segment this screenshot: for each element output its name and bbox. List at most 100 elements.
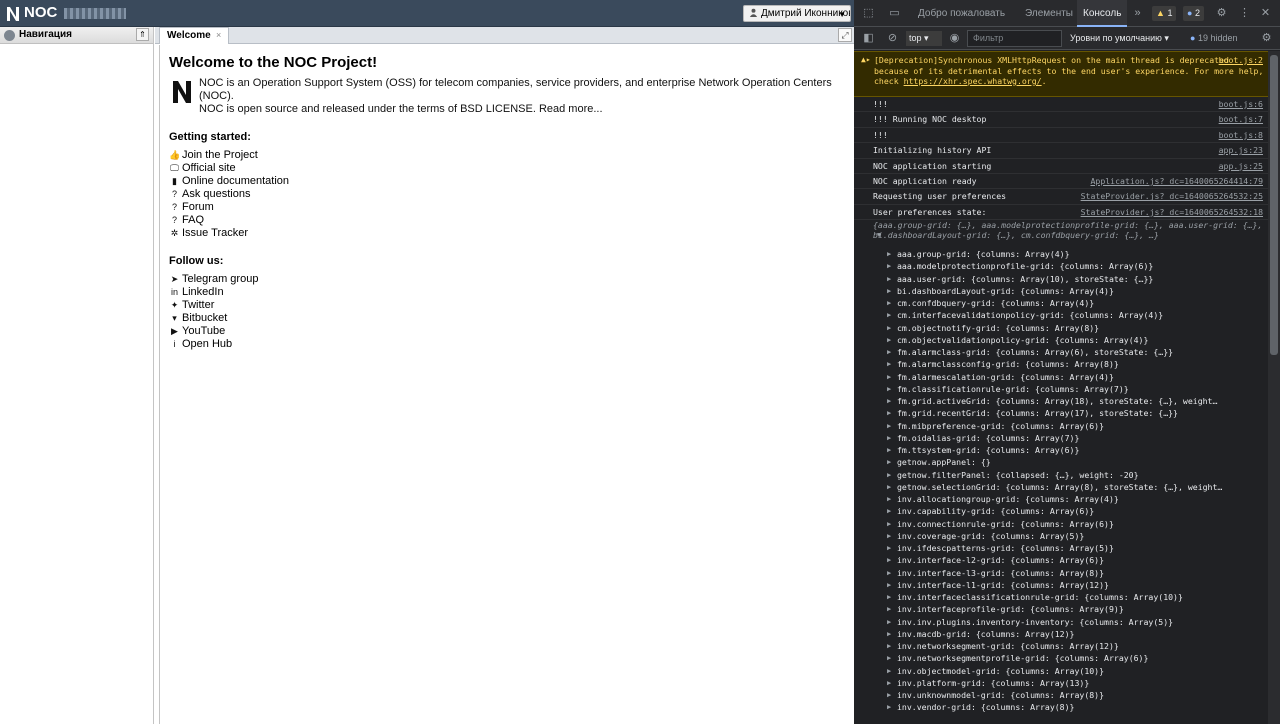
log-source-link[interactable]: StateProvider.js?_dc=1640065264532:25 [1081, 189, 1263, 204]
user-menu-button[interactable]: Дмитрий Иконников ▼ [743, 5, 851, 22]
object-property[interactable]: ▶ inv.interface-l3-grid: {columns: Array(… [854, 567, 1268, 579]
object-property[interactable]: ▶ inv.interface-l2-grid: {columns: Array(… [854, 554, 1268, 566]
navigation-header[interactable]: Навигация ⇑ [0, 27, 153, 44]
log-source-link[interactable]: app.js:25 [1219, 159, 1263, 174]
social-link[interactable]: ➤ Telegram group [169, 273, 843, 286]
tab-welcome[interactable]: Welcome × [159, 27, 229, 44]
object-property[interactable]: ▶ fm.alarmclass-grid: {columns: Array(6),… [854, 346, 1268, 358]
object-property[interactable]: ▶ cm.confdbquery-grid: {columns: Array(4)… [854, 297, 1268, 309]
object-property[interactable]: ▶ getnow.appPanel: {} [854, 456, 1268, 468]
object-property[interactable]: ▶ cm.objectnotify-grid: {columns: Array(8… [854, 322, 1268, 334]
object-property[interactable]: ▶ fm.alarmescalation-grid: {columns: Arra… [854, 371, 1268, 383]
log-source-link[interactable]: StateProvider.js?_dc=1640065264532:18 [1081, 205, 1263, 220]
object-property[interactable]: ▶ inv.coverage-grid: {columns: Array(5)} [854, 530, 1268, 542]
object-property[interactable]: ▶ inv.macdb-grid: {columns: Array(12)} [854, 628, 1268, 640]
object-property[interactable]: ▶ inv.capability-grid: {columns: Array(6)… [854, 505, 1268, 517]
getting-started-link[interactable]: ? Ask questions [169, 188, 843, 201]
sidebar-toggle-icon[interactable]: ◧ [862, 32, 875, 45]
warning-link[interactable]: https://xhr.spec.whatwg.org/ [904, 76, 1042, 86]
object-property[interactable]: ▶ fm.mibpreference-grid: {columns: Array(… [854, 420, 1268, 432]
context-select[interactable]: top ▾ [906, 31, 942, 46]
intro-line-2[interactable]: NOC is open source and released under th… [199, 103, 843, 116]
device-toggle-icon[interactable]: ▭ [888, 7, 901, 20]
warning-badge[interactable]: ▲ 1 [1152, 6, 1177, 21]
object-property[interactable]: ▶ inv.connectionrule-grid: {columns: Arra… [854, 518, 1268, 530]
property-value: {columns: Array(12)} [1010, 579, 1109, 590]
object-property[interactable]: ▶ inv.interfaceprofile-grid: {columns: Ar… [854, 603, 1268, 615]
console-scrollbar[interactable] [1268, 51, 1280, 724]
log-source-link[interactable]: app.js:23 [1219, 143, 1263, 158]
social-link[interactable]: i Open Hub [169, 338, 843, 351]
getting-started-link[interactable]: 🖵 Official site [169, 162, 843, 175]
object-property[interactable]: ▶ inv.networksegmentprofile-grid: {column… [854, 652, 1268, 664]
object-property[interactable]: ▶ inv.inv.plugins.inventory-inventory: {c… [854, 616, 1268, 628]
object-property[interactable]: ▶ fm.grid.recentGrid: {columns: Array(17)… [854, 407, 1268, 419]
expand-arrow-icon: ▶ [887, 299, 892, 308]
getting-started-link[interactable]: ? FAQ [169, 214, 843, 227]
eye-icon[interactable]: ◉ [948, 32, 961, 45]
object-property[interactable]: ▶ inv.objectmodel-grid: {columns: Array(1… [854, 665, 1268, 677]
object-property[interactable]: ▶ cm.objectvalidationpolicy-grid: {column… [854, 334, 1268, 346]
object-property[interactable]: ▶ aaa.modelprotectionprofile-grid: {colum… [854, 260, 1268, 272]
close-icon[interactable]: × [216, 31, 225, 40]
getting-started-link[interactable]: ▮ Online documentation [169, 175, 843, 188]
object-property[interactable]: ▶ inv.vendor-grid: {columns: Array(8)} [854, 701, 1268, 713]
filter-input[interactable]: Фильтр [967, 30, 1062, 47]
inspect-icon[interactable]: ⬚ [862, 7, 875, 20]
warning-source-link[interactable]: boot.js:2 [1219, 55, 1263, 66]
getting-started-link[interactable]: ? Forum [169, 201, 843, 214]
object-property[interactable]: ▶ fm.alarmclassconfig-grid: {columns: Arr… [854, 358, 1268, 370]
object-property[interactable]: ▶ inv.unknownmodel-grid: {columns: Array(… [854, 689, 1268, 701]
property-key: inv.interfaceprofile-grid [897, 604, 1021, 615]
object-property[interactable]: ▶ inv.ifdescpatterns-grid: {columns: Arra… [854, 542, 1268, 554]
log-text: !!! [873, 129, 888, 140]
tab-elements[interactable]: Элементы [1025, 0, 1073, 27]
log-source-link[interactable]: boot.js:7 [1219, 112, 1263, 127]
social-link[interactable]: in LinkedIn [169, 286, 843, 299]
log-source-link[interactable]: boot.js:8 [1219, 128, 1263, 143]
object-property[interactable]: ▶ fm.classificationrule-grid: {columns: A… [854, 383, 1268, 395]
property-key: inv.interfaceclassificationrule-grid [897, 592, 1075, 603]
object-property[interactable]: ▶ fm.ttsystem-grid: {columns: Array(6)} [854, 444, 1268, 456]
getting-started-link[interactable]: ✲ Issue Tracker [169, 227, 843, 240]
clear-console-icon[interactable]: ⊘ [886, 32, 899, 45]
issues-counter[interactable]: ● 19 hidden [1190, 31, 1238, 46]
close-icon[interactable]: ✕ [1259, 7, 1272, 20]
gear-icon[interactable]: ⚙ [1215, 7, 1228, 20]
object-property[interactable]: ▶ fm.grid.activeGrid: {columns: Array(18)… [854, 395, 1268, 407]
tab-console[interactable]: Консоль [1077, 0, 1128, 27]
gear-icon[interactable]: ⚙ [1260, 32, 1273, 45]
info-badge[interactable]: ● 2 [1183, 6, 1204, 21]
social-link[interactable]: ✦ Twitter [169, 299, 843, 312]
property-colon: : [1069, 616, 1080, 627]
collapse-icon[interactable]: ⇑ [136, 28, 149, 41]
object-property[interactable]: ▶ inv.platform-grid: {columns: Array(13)} [854, 677, 1268, 689]
question-icon: ? [171, 189, 177, 199]
log-levels-select[interactable]: Уровни по умолчанию ▾ [1070, 31, 1169, 46]
object-property[interactable]: ▶ getnow.selectionGrid: {columns: Array(8… [854, 481, 1268, 493]
app-title: NOC [24, 4, 58, 21]
object-property[interactable]: ▶ inv.interface-l1-grid: {columns: Array(… [854, 579, 1268, 591]
object-property[interactable]: ▶ aaa.group-grid: {columns: Array(4)} [854, 248, 1268, 260]
object-property[interactable]: ▶ cm.interfacevalidationpolicy-grid: {col… [854, 309, 1268, 321]
tab-welcome-devtools[interactable]: Добро пожаловать [918, 0, 1005, 27]
object-property[interactable]: ▶ inv.interfaceclassificationrule-grid: {… [854, 591, 1268, 603]
object-summary[interactable]: {aaa.group-grid: {…}, aaa.modelprotectio… [854, 220, 1268, 248]
object-property[interactable]: ▶ inv.allocationgroup-grid: {columns: Arr… [854, 493, 1268, 505]
object-property[interactable]: ▶ fm.oidalias-grid: {columns: Array(7)} [854, 432, 1268, 444]
log-source-link[interactable]: Application.js?_dc=1640065264414:79 [1090, 174, 1263, 189]
social-link[interactable]: ▾ Bitbucket [169, 312, 843, 325]
object-property[interactable]: ▶ aaa.user-grid: {columns: Array(10), sto… [854, 273, 1268, 285]
social-link[interactable]: ▶ YouTube [169, 325, 843, 338]
log-source-link[interactable]: boot.js:6 [1219, 97, 1263, 112]
maximize-icon[interactable]: ⤢ [838, 28, 852, 42]
object-property[interactable]: ▶ bi.dashboardLayout-grid: {columns: Arra… [854, 285, 1268, 297]
more-tabs-icon[interactable]: » [1131, 7, 1144, 20]
more-options-icon[interactable]: ⋮ [1238, 7, 1251, 20]
object-property[interactable]: ▶ getnow.filterPanel: {collapsed: {…}, we… [854, 469, 1268, 481]
object-property[interactable]: ▶ inv.networksegment-grid: {columns: Arra… [854, 640, 1268, 652]
console-output: ▲▸ [Deprecation]Synchronous XMLHttpReque… [854, 51, 1268, 724]
getting-started-link[interactable]: 👍 Join the Project [169, 149, 843, 162]
scrollbar-thumb[interactable] [1270, 55, 1278, 355]
link-label: Open Hub [182, 338, 233, 350]
